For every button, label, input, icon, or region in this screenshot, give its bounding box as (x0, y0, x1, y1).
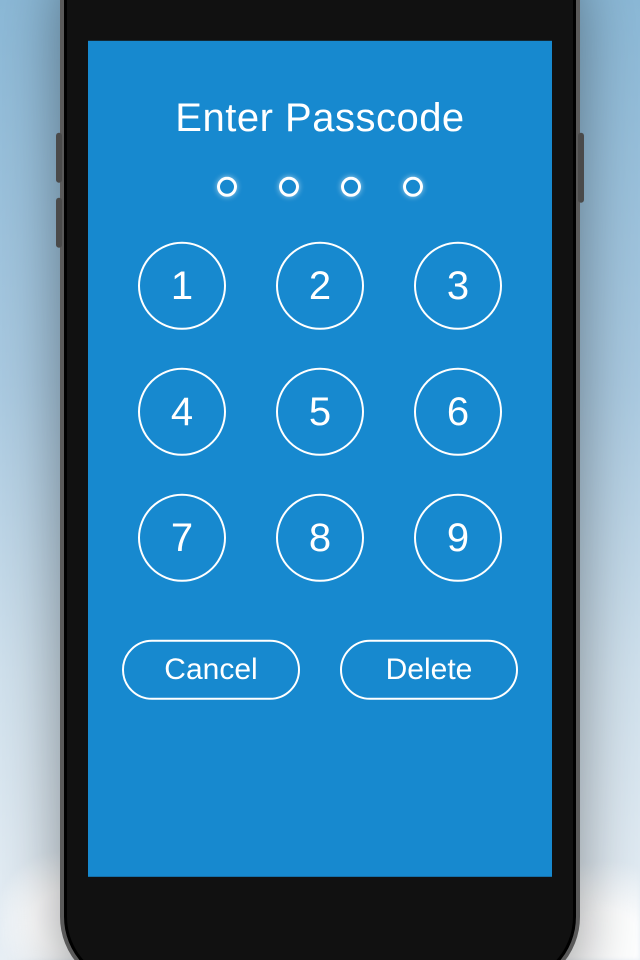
passcode-dots (217, 177, 423, 197)
phone-volume-down (56, 198, 62, 248)
key-8[interactable]: 8 (276, 494, 364, 582)
key-4[interactable]: 4 (138, 368, 226, 456)
key-2[interactable]: 2 (276, 242, 364, 330)
passcode-dot-2 (279, 177, 299, 197)
key-9[interactable]: 9 (414, 494, 502, 582)
key-5[interactable]: 5 (276, 368, 364, 456)
passcode-dot-1 (217, 177, 237, 197)
phone-volume-up (56, 133, 62, 183)
phone-power-button (578, 133, 584, 203)
phone-frame: Enter Passcode 1 2 3 4 5 6 7 8 9 Cancel … (60, 0, 580, 960)
key-6[interactable]: 6 (414, 368, 502, 456)
action-row: Cancel Delete (122, 640, 518, 700)
passcode-screen: Enter Passcode 1 2 3 4 5 6 7 8 9 Cancel … (88, 41, 552, 877)
passcode-dot-4 (403, 177, 423, 197)
passcode-dot-3 (341, 177, 361, 197)
page-title: Enter Passcode (175, 96, 464, 141)
key-7[interactable]: 7 (138, 494, 226, 582)
number-pad: 1 2 3 4 5 6 7 8 9 (138, 242, 502, 582)
key-3[interactable]: 3 (414, 242, 502, 330)
key-1[interactable]: 1 (138, 242, 226, 330)
cancel-button[interactable]: Cancel (122, 640, 300, 700)
delete-button[interactable]: Delete (340, 640, 518, 700)
